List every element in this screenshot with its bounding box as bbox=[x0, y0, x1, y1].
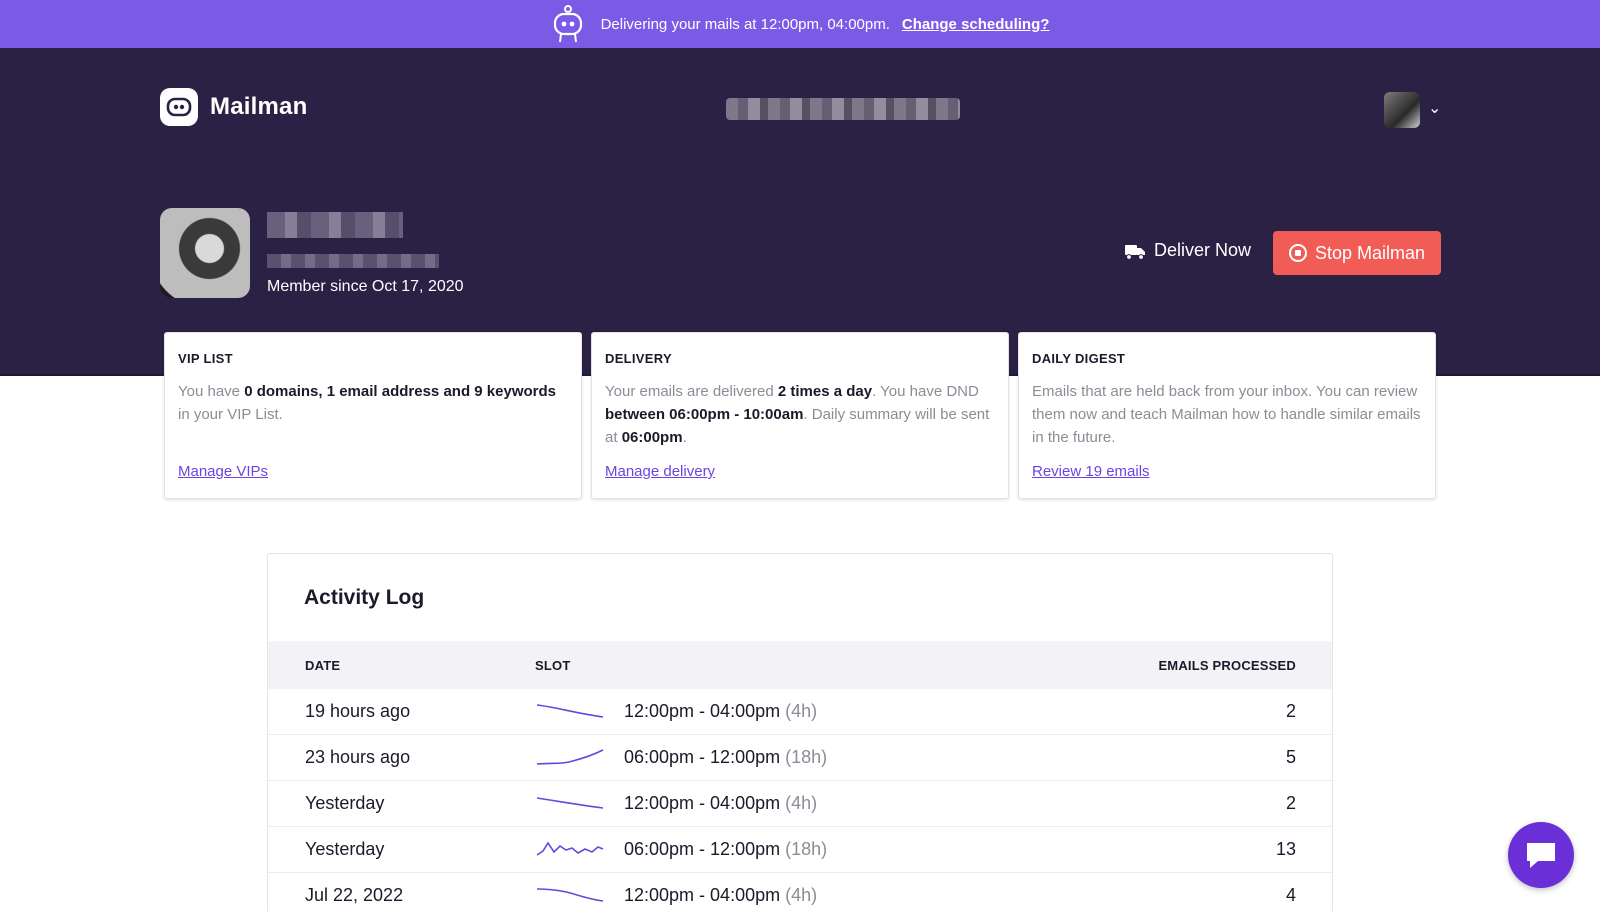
user-avatar[interactable] bbox=[1384, 92, 1420, 128]
app-logo[interactable]: Mailman bbox=[160, 88, 307, 126]
row-slot: 12:00pm - 04:00pm (4h) bbox=[624, 701, 817, 722]
card-text-bold: 2 times a day bbox=[777, 383, 873, 400]
column-date: DATE bbox=[305, 658, 341, 673]
slot-time: 12:00pm - 04:00pm bbox=[624, 793, 781, 813]
row-slot: 06:00pm - 12:00pm (18h) bbox=[624, 839, 827, 860]
row-date: Yesterday bbox=[305, 839, 385, 859]
slot-time: 12:00pm - 04:00pm bbox=[624, 885, 781, 905]
table-row: 23 hours ago 06:00pm - 12:00pm (18h) 5 bbox=[268, 735, 1332, 781]
stop-icon bbox=[1288, 244, 1307, 262]
card-title: VIP LIST bbox=[178, 351, 233, 366]
stop-mailman-label: Stop Mailman bbox=[1314, 242, 1426, 263]
review-emails-link[interactable]: Review 19 emails bbox=[1032, 463, 1150, 480]
summary-cards: VIP LIST You have 0 domains, 1 email add… bbox=[164, 332, 1436, 499]
table-header: DATE SLOT EMAILS PROCESSED bbox=[268, 641, 1332, 689]
app-name: Mailman bbox=[210, 93, 308, 120]
sparkline-icon bbox=[536, 888, 604, 902]
sparkline-icon bbox=[536, 841, 604, 856]
table-row: Yesterday 06:00pm - 12:00pm (18h) 13 bbox=[268, 827, 1332, 873]
manage-vips-link[interactable]: Manage VIPs bbox=[178, 463, 268, 480]
chat-icon bbox=[1527, 843, 1555, 868]
card-text: in your VIP List. bbox=[178, 406, 283, 423]
card-body: You have 0 domains, 1 email address and … bbox=[178, 380, 569, 426]
slot-duration: (18h) bbox=[785, 839, 828, 859]
activity-log-title: Activity Log bbox=[304, 586, 425, 609]
manage-delivery-link[interactable]: Manage delivery bbox=[605, 463, 715, 480]
row-date: Jul 22, 2022 bbox=[305, 885, 404, 905]
row-count: 13 bbox=[1275, 839, 1296, 859]
deliver-now-label: Deliver Now bbox=[1154, 240, 1252, 260]
card-title: DAILY DIGEST bbox=[1032, 351, 1126, 366]
row-date: 19 hours ago bbox=[305, 701, 411, 721]
redacted-name bbox=[267, 212, 403, 238]
redacted-email bbox=[726, 98, 960, 120]
table-row: 19 hours ago 12:00pm - 04:00pm (4h) 2 bbox=[268, 689, 1332, 735]
scheduling-banner: Delivering your mails at 12:00pm, 04:00p… bbox=[0, 0, 1600, 48]
slot-duration: (4h) bbox=[785, 793, 818, 813]
column-emails-processed: EMAILS PROCESSED bbox=[1158, 658, 1296, 673]
row-count: 2 bbox=[1285, 793, 1296, 813]
daily-digest-card: DAILY DIGEST Emails that are held back f… bbox=[1018, 332, 1436, 499]
row-count: 5 bbox=[1285, 747, 1296, 767]
column-slot: SLOT bbox=[535, 658, 571, 673]
slot-duration: (4h) bbox=[785, 885, 818, 905]
vip-list-card: VIP LIST You have 0 domains, 1 email add… bbox=[164, 332, 582, 499]
redacted-profile-email bbox=[267, 254, 439, 268]
slot-duration: (4h) bbox=[785, 701, 818, 721]
card-text: . You have DND bbox=[872, 383, 979, 400]
sparkline-icon bbox=[536, 704, 604, 718]
slot-duration: (18h) bbox=[785, 747, 828, 767]
table-row: Yesterday 12:00pm - 04:00pm (4h) 2 bbox=[268, 781, 1332, 827]
banner-message: Delivering your mails at 12:00pm, 04:00p… bbox=[600, 15, 890, 33]
card-body: Emails that are held back from your inbo… bbox=[1032, 383, 1421, 446]
row-count: 4 bbox=[1285, 885, 1296, 905]
delivery-card: DELIVERY Your emails are delivered 2 tim… bbox=[591, 332, 1009, 499]
row-slot: 12:00pm - 04:00pm (4h) bbox=[624, 793, 817, 814]
slot-time: 06:00pm - 12:00pm bbox=[624, 839, 781, 859]
row-slot: 06:00pm - 12:00pm (18h) bbox=[624, 747, 827, 768]
card-text-bold: 06:00pm bbox=[621, 429, 683, 446]
table-row: Jul 22, 2022 12:00pm - 04:00pm (4h) 4 bbox=[268, 873, 1332, 911]
sparkline-icon bbox=[536, 749, 604, 765]
member-since: Member since Oct 17, 2020 bbox=[267, 278, 464, 295]
change-scheduling-link[interactable]: Change scheduling? bbox=[902, 16, 1050, 33]
robot-icon bbox=[553, 5, 582, 43]
profile-avatar bbox=[160, 208, 250, 298]
deliver-now-button[interactable]: Deliver Now bbox=[1124, 240, 1251, 261]
card-text: Your emails are delivered bbox=[605, 383, 778, 400]
mailman-logo-icon bbox=[160, 88, 198, 126]
row-count: 2 bbox=[1285, 701, 1296, 721]
activity-log: Activity Log DATE SLOT EMAILS PROCESSED … bbox=[267, 553, 1333, 911]
chat-button[interactable] bbox=[1508, 822, 1574, 888]
card-text: . bbox=[682, 429, 687, 446]
card-text-bold: between 06:00pm - 10:00am bbox=[605, 406, 804, 423]
row-slot: 12:00pm - 04:00pm (4h) bbox=[624, 885, 817, 906]
row-date: 23 hours ago bbox=[305, 747, 411, 767]
slot-time: 06:00pm - 12:00pm bbox=[624, 747, 781, 767]
card-text-bold: 0 domains, 1 email address and 9 keyword… bbox=[244, 383, 556, 400]
chevron-down-icon[interactable]: ⌄ bbox=[1428, 98, 1441, 118]
sparkline-icon bbox=[536, 797, 604, 809]
truck-icon bbox=[1125, 244, 1145, 260]
card-title: DELIVERY bbox=[605, 351, 672, 366]
slot-time: 12:00pm - 04:00pm bbox=[624, 701, 781, 721]
row-date: Yesterday bbox=[305, 793, 385, 813]
card-text: You have bbox=[178, 383, 245, 400]
stop-mailman-button[interactable]: Stop Mailman bbox=[1273, 231, 1441, 275]
card-body: Your emails are delivered 2 times a day.… bbox=[605, 380, 996, 449]
